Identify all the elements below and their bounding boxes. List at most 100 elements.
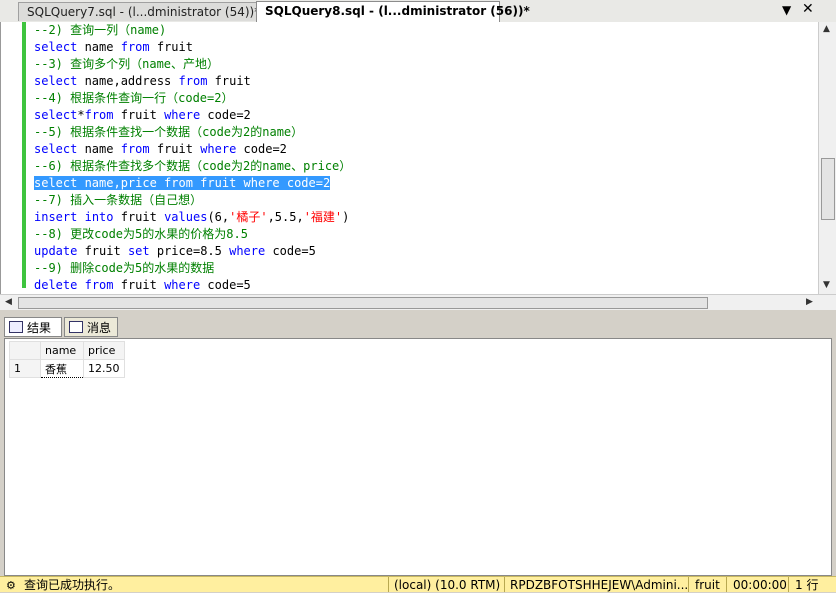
code-line[interactable]: --8) 更改code为5的水果的价格为8.5: [34, 226, 351, 243]
code-line[interactable]: select name from fruit: [34, 39, 351, 56]
tab-sqlquery8[interactable]: SQLQuery8.sql - (l...dministrator (56))*: [256, 1, 530, 22]
status-bar: ⚙ 查询已成功执行。 (local) (10.0 RTM) RPDZBFOTSH…: [0, 576, 836, 592]
editor-gutter: [1, 22, 21, 294]
code-line[interactable]: update fruit set price=8.5 where code=5: [34, 243, 351, 260]
close-tab-icon[interactable]: ✕: [802, 1, 814, 17]
tab-sqlquery7[interactable]: SQLQuery7.sql - (l...dministrator (54))*: [18, 2, 260, 21]
results-grid-pane: name price 1 香蕉 12.50: [4, 338, 832, 576]
change-tracking-bar: [22, 22, 26, 288]
code-token: --5) 根据条件查找一个数据（code为2的name）: [34, 125, 304, 139]
editor-horizontal-scrollbar[interactable]: ◀ ▶: [0, 294, 836, 311]
code-token: update: [34, 244, 78, 258]
code-token: *: [77, 108, 85, 122]
code-token: ,5.5,: [267, 210, 304, 224]
tab-results[interactable]: 结果: [4, 317, 62, 337]
cell-name[interactable]: 香蕉: [40, 359, 84, 378]
code-token: where: [164, 108, 201, 122]
grid-corner[interactable]: [9, 341, 41, 360]
code-token: where: [164, 278, 201, 292]
code-token: name: [77, 40, 121, 54]
code-token: name,address: [77, 74, 179, 88]
results-grid: name price 1 香蕉 12.50: [9, 341, 125, 378]
code-token: --6) 根据条件查找多个数据（code为2的name、price）: [34, 159, 352, 173]
tab-list-dropdown-icon[interactable]: ▼: [782, 3, 791, 17]
code-token: code=5: [200, 278, 251, 292]
tab-messages-label: 消息: [87, 321, 112, 335]
code-token: fruit: [207, 74, 251, 88]
scroll-left-icon[interactable]: ◀: [5, 297, 12, 307]
code-token: select name,price from fruit where code=…: [34, 176, 331, 190]
code-token: into: [84, 210, 114, 224]
code-token: (6,: [207, 210, 230, 224]
code-token: ): [342, 210, 350, 224]
code-token: --9) 删除code为5的水果的数据: [34, 261, 215, 275]
code-line[interactable]: select*from fruit where code=2: [34, 107, 351, 124]
code-token: code=2: [200, 108, 251, 122]
code-line[interactable]: --9) 删除code为5的水果的数据: [34, 260, 351, 277]
code-token: select: [34, 74, 78, 88]
code-token: fruit: [113, 108, 165, 122]
code-token: select: [34, 142, 78, 156]
code-token: from: [84, 278, 114, 292]
code-line[interactable]: insert into fruit values(6,'橘子',5.5,'福建'…: [34, 209, 351, 226]
code-token: from: [84, 108, 114, 122]
code-line[interactable]: select name,address from fruit: [34, 73, 351, 90]
code-token: '橘子': [229, 210, 268, 224]
message-icon: [69, 321, 83, 333]
column-header-name[interactable]: name: [40, 341, 84, 360]
vertical-scroll-thumb[interactable]: [821, 158, 835, 220]
code-line[interactable]: select name,price from fruit where code=…: [34, 175, 351, 192]
code-token: '福建': [303, 210, 343, 224]
code-line[interactable]: --5) 根据条件查找一个数据（code为2的name）: [34, 124, 351, 141]
code-token: delete: [34, 278, 78, 292]
tab-results-label: 结果: [27, 321, 52, 335]
code-token: select: [34, 40, 78, 54]
code-line[interactable]: --7) 插入一条数据（自己想）: [34, 192, 351, 209]
code-token: fruit: [77, 244, 128, 258]
code-line[interactable]: --2) 查询一列（name): [34, 22, 351, 39]
column-header-price[interactable]: price: [83, 341, 125, 360]
code-lines[interactable]: --2) 查询一列（name) select name from fruit --3…: [34, 22, 351, 294]
code-token: where: [200, 142, 237, 156]
code-token: --4) 根据条件查询一行（code=2）: [34, 91, 234, 105]
code-token: price=8.5: [149, 244, 230, 258]
code-token: fruit: [113, 210, 165, 224]
scroll-right-icon[interactable]: ▶: [806, 297, 813, 307]
code-token: code=5: [265, 244, 316, 258]
query-editor[interactable]: --2) 查询一列（name) select name from fruit --3…: [0, 22, 836, 294]
code-token: set: [127, 244, 150, 258]
code-token: where: [229, 244, 266, 258]
code-line[interactable]: --6) 根据条件查找多个数据（code为2的name、price）: [34, 158, 351, 175]
results-tabstrip: 结果 消息: [0, 316, 836, 338]
code-token: fruit: [113, 278, 165, 292]
code-line[interactable]: select name from fruit where code=2: [34, 141, 351, 158]
editor-vertical-scrollbar[interactable]: ▲ ▼: [818, 22, 836, 294]
code-token: from: [120, 40, 150, 54]
code-token: fruit: [149, 142, 201, 156]
code-token: fruit: [149, 40, 193, 54]
code-line[interactable]: delete from fruit where code=5: [34, 277, 351, 294]
code-token: --3) 查询多个列（name、产地）: [34, 57, 220, 71]
tab-messages[interactable]: 消息: [64, 317, 118, 337]
code-token: insert: [34, 210, 78, 224]
code-token: select: [34, 108, 78, 122]
scroll-up-icon[interactable]: ▲: [823, 24, 830, 34]
row-number[interactable]: 1: [9, 359, 41, 378]
horizontal-scroll-thumb[interactable]: [18, 297, 708, 309]
code-token: name: [77, 142, 121, 156]
code-token: from: [120, 142, 150, 156]
code-token: values: [164, 210, 208, 224]
code-token: from: [178, 74, 208, 88]
code-line[interactable]: --4) 根据条件查询一行（code=2）: [34, 90, 351, 107]
code-token: code=2: [236, 142, 287, 156]
code-line[interactable]: --3) 查询多个列（name、产地）: [34, 56, 351, 73]
code-token: --7) 插入一条数据（自己想）: [34, 193, 203, 207]
code-token: --2) 查询一列（name): [34, 23, 167, 37]
document-tabstrip: SQLQuery7.sql - (l...dministrator (54))*…: [0, 0, 836, 23]
code-token: --8) 更改code为5的水果的价格为8.5: [34, 227, 248, 241]
cell-price[interactable]: 12.50: [83, 359, 125, 378]
scroll-down-icon[interactable]: ▼: [823, 280, 830, 290]
table-row: 1 香蕉 12.50: [9, 359, 125, 378]
